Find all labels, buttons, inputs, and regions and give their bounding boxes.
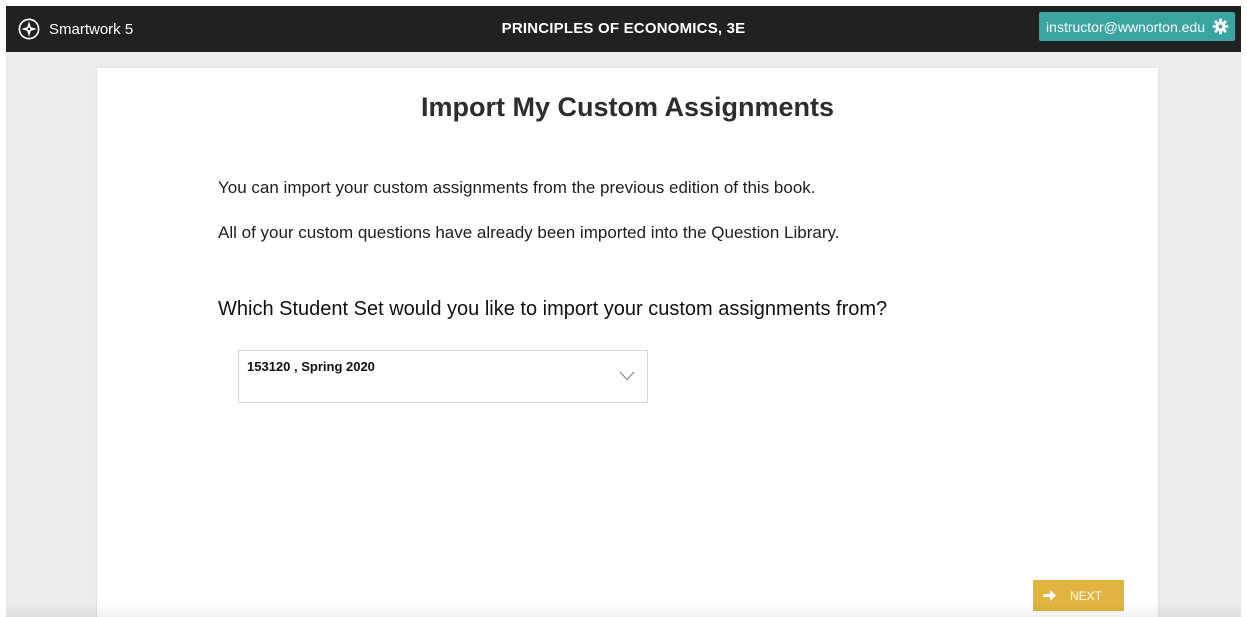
page-title: Import My Custom Assignments <box>420 92 835 122</box>
user-account-button[interactable]: instructor@wwnorton.edu <box>1039 12 1235 41</box>
next-button[interactable]: NEXT <box>1033 580 1124 611</box>
import-info-text: You can import your custom assignments f… <box>218 178 816 197</box>
compass-logo-icon <box>18 18 40 40</box>
user-email: instructor@wwnorton.edu <box>1046 18 1205 35</box>
import-assignments-panel: Import My Custom Assignments You can imp… <box>97 68 1158 617</box>
app-name: Smartwork 5 <box>49 20 134 38</box>
student-set-dropdown[interactable]: 153120 , Spring 2020 <box>238 350 648 403</box>
chevron-down-icon <box>619 371 635 381</box>
student-set-question: Which Student Set would you like to impo… <box>218 298 888 320</box>
student-set-selected-value: 153120 , Spring 2020 <box>247 359 375 374</box>
next-button-label: NEXT <box>1070 588 1103 603</box>
gear-icon <box>1212 18 1229 35</box>
app-frame: Smartwork 5 PRINCIPLES OF ECONOMICS, 3E … <box>6 6 1241 617</box>
question-library-info-text: All of your custom questions have alread… <box>218 223 840 242</box>
brand[interactable]: Smartwork 5 <box>18 6 133 52</box>
arrow-right-icon <box>1043 590 1056 601</box>
top-navigation-bar: Smartwork 5 PRINCIPLES OF ECONOMICS, 3E … <box>6 6 1241 52</box>
